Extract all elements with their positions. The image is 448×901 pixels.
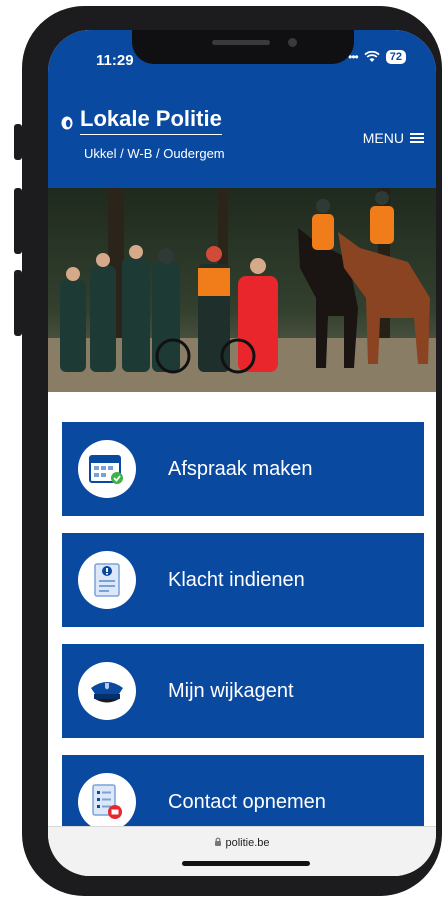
menu-label: MENU xyxy=(362,130,404,146)
phone-screen: 11:29 ••• 72 Lokale Politie Ukkel / W-B … xyxy=(48,30,436,876)
calendar-check-icon xyxy=(78,440,136,498)
phone-volume-down-button xyxy=(14,270,22,336)
hamburger-icon xyxy=(410,133,424,143)
police-flame-logo-icon xyxy=(61,116,73,129)
police-cap-icon xyxy=(78,662,136,720)
phone-volume-up-button xyxy=(14,188,22,254)
lock-icon xyxy=(215,837,222,846)
tile-label: Afspraak maken xyxy=(168,457,313,480)
tile-mijn-wijkagent[interactable]: Mijn wijkagent xyxy=(62,644,424,738)
tile-label: Mijn wijkagent xyxy=(168,679,294,702)
phone-side-button xyxy=(14,124,22,160)
tile-label: Klacht indienen xyxy=(168,568,305,591)
home-indicator[interactable] xyxy=(182,861,310,866)
menu-button[interactable]: MENU xyxy=(363,130,424,146)
browser-address-bar[interactable]: politie.be xyxy=(48,826,436,876)
url-text: politie.be xyxy=(225,837,270,849)
tile-label: Contact opnemen xyxy=(168,790,326,813)
url-display: politie.be xyxy=(48,837,436,849)
status-icons: ••• 72 xyxy=(348,50,406,64)
battery-indicator: 72 xyxy=(385,50,406,64)
site-logo[interactable]: Lokale Politie xyxy=(60,106,222,135)
hero-image xyxy=(48,188,436,392)
contact-list-icon xyxy=(78,773,136,831)
status-time: 11:29 xyxy=(96,52,134,69)
tile-klacht-indienen[interactable]: Klacht indienen xyxy=(62,533,424,627)
tile-afspraak-maken[interactable]: Afspraak maken xyxy=(62,422,424,516)
site-title: Lokale Politie xyxy=(80,106,222,135)
wifi-icon xyxy=(364,51,380,62)
phone-notch xyxy=(132,30,354,64)
site-subtitle: Ukkel / W-B / Oudergem xyxy=(84,146,225,161)
complaint-document-icon xyxy=(78,551,136,609)
